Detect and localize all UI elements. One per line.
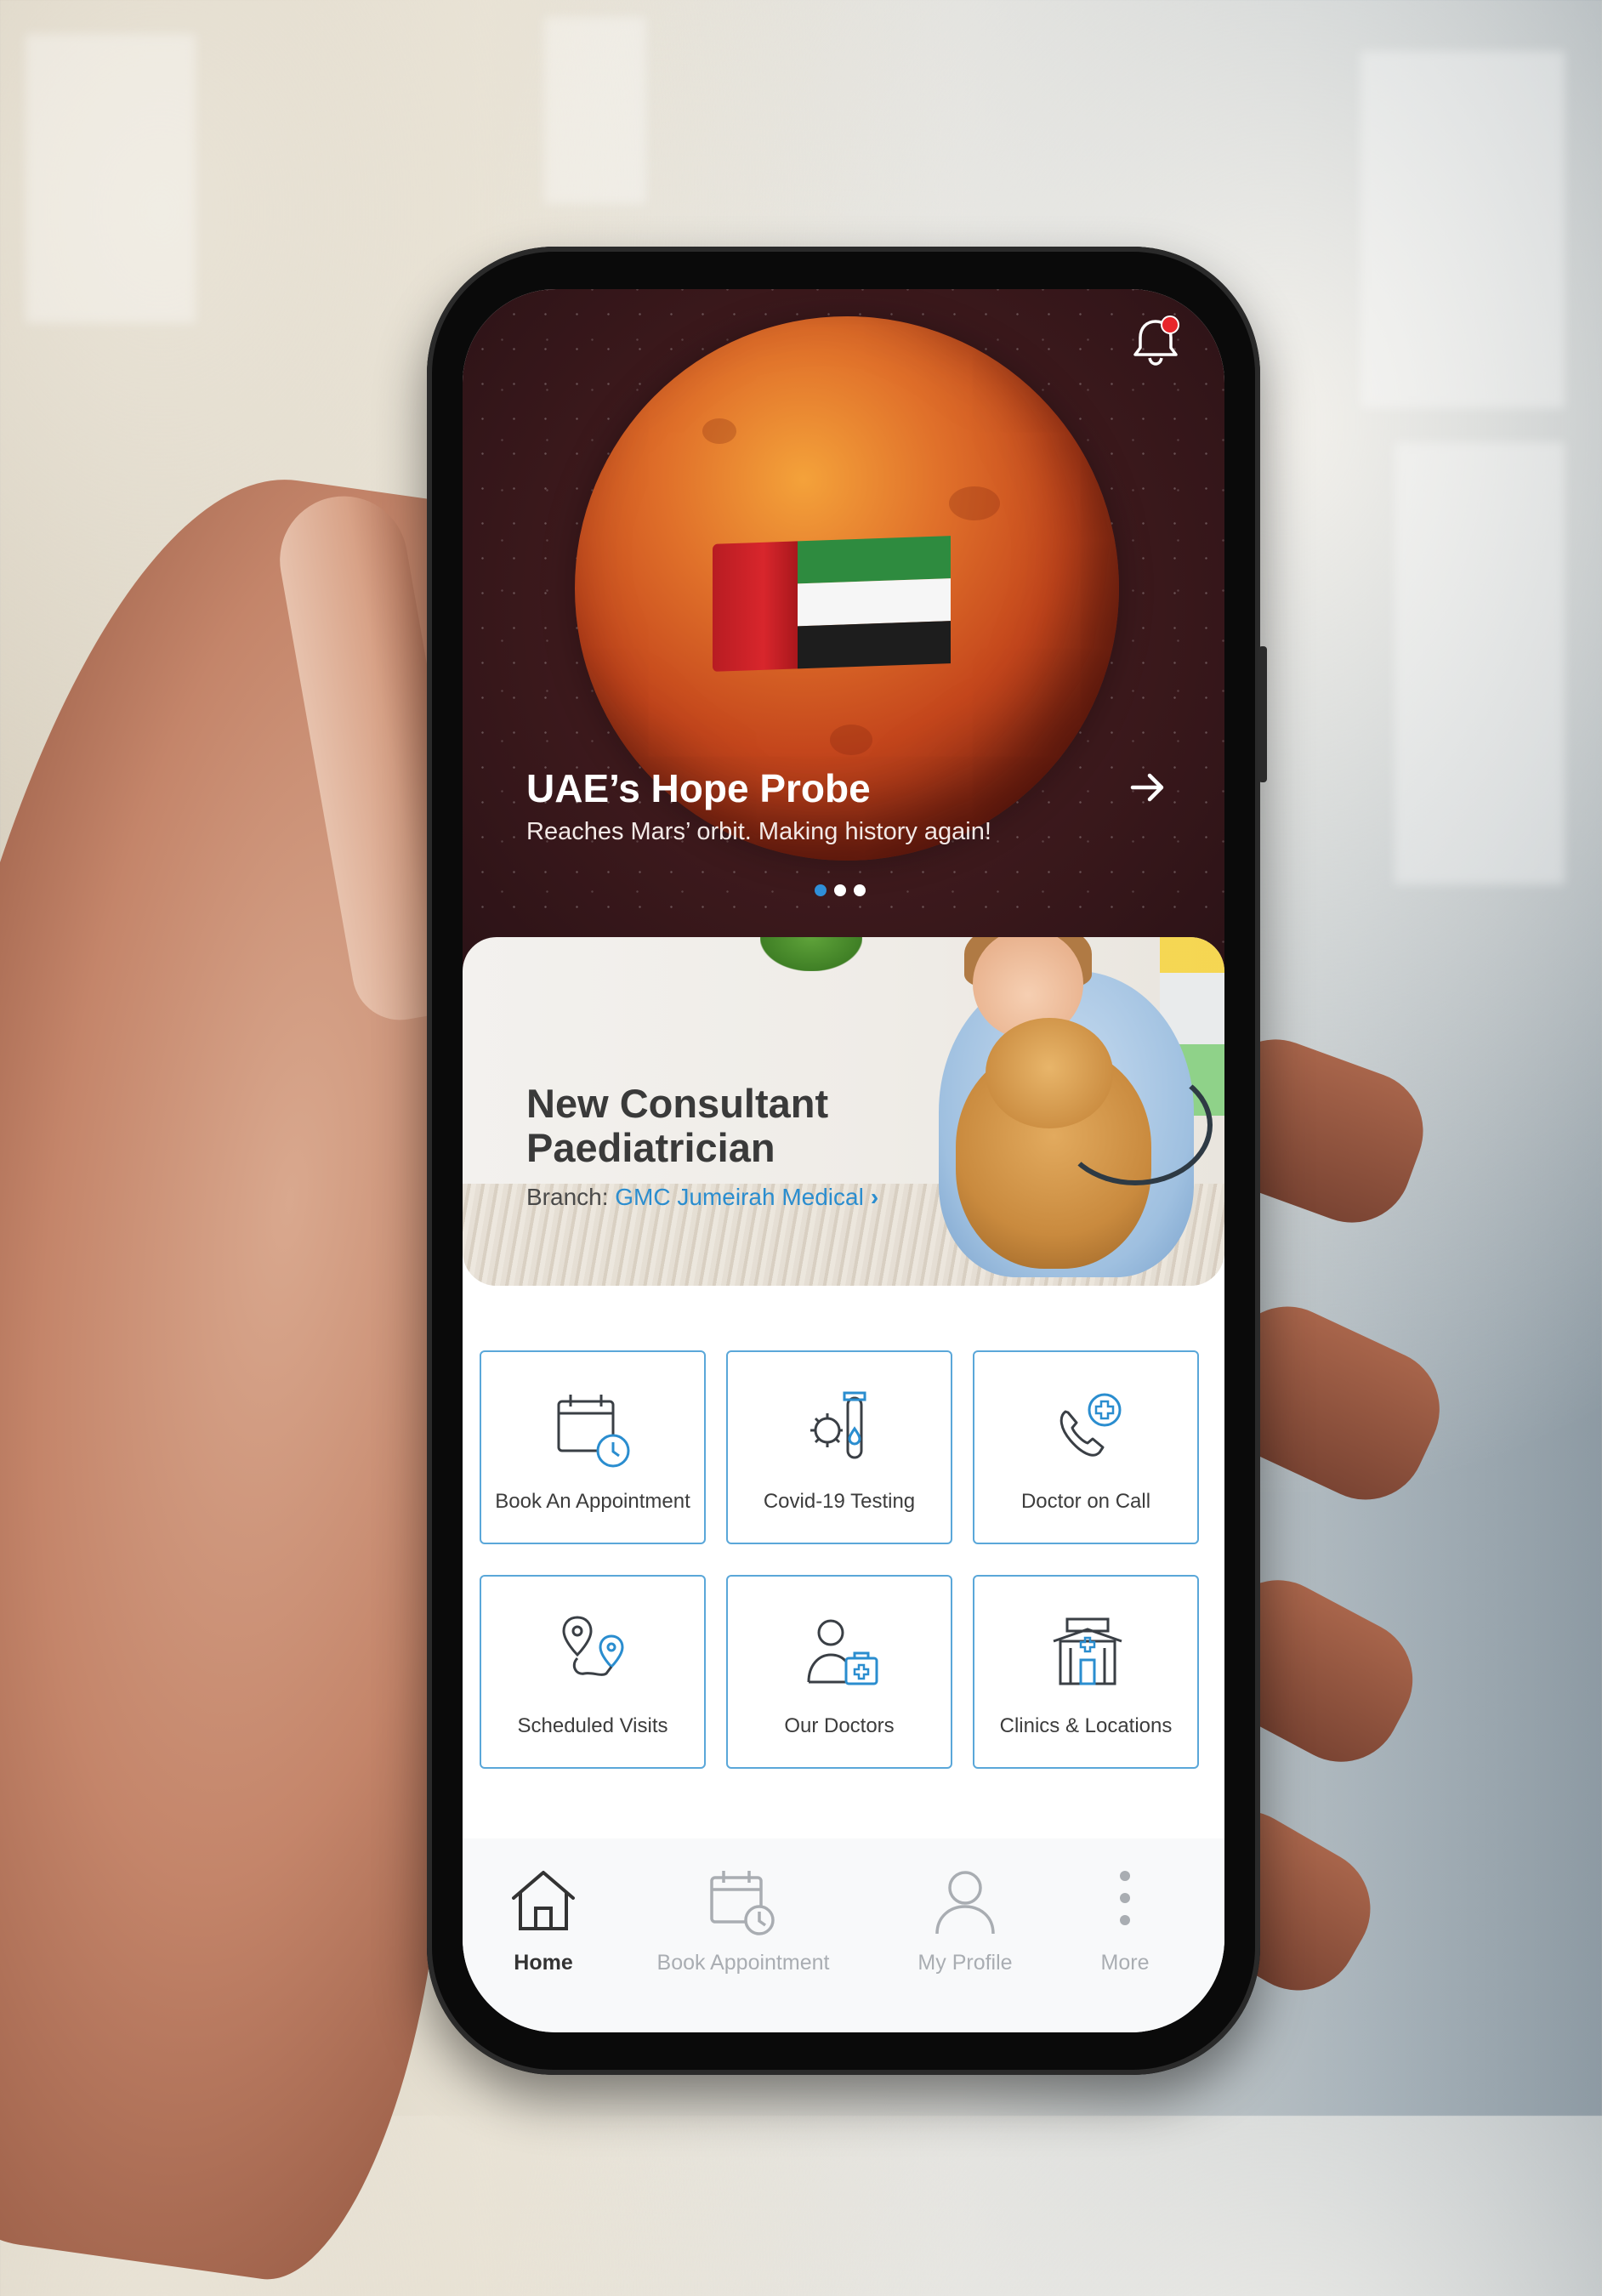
promo-branch: Branch: GMC Jumeirah Medical › [526,1184,878,1211]
flag-white-band [798,578,951,627]
nav-home[interactable]: Home [463,1864,637,1975]
hero-next-button[interactable] [1122,762,1173,813]
nav-more[interactable]: More [1031,1864,1219,1975]
background-window [544,17,646,204]
background-window [26,34,196,323]
calendar-clock-icon [557,1395,630,1468]
hospital-building-icon [1053,1617,1122,1685]
nav-label: Book Appointment [656,1951,830,1975]
map-route-pins-icon [562,1616,624,1676]
arrow-right-icon [1130,773,1164,802]
plant-image [760,937,862,971]
nav-label: Home [514,1951,573,1975]
home-icon [512,1871,575,1930]
flag-red-band [713,541,798,672]
stethoscope-image [1058,1065,1213,1185]
nav-label: More [1100,1951,1150,1975]
nav-label: My Profile [917,1951,1013,1975]
promo-title: New Consultant Paediatrician [526,1081,829,1170]
doctor-medkit-icon [807,1619,878,1685]
tile-our-doctors[interactable]: Our Doctors [726,1575,952,1769]
crater [830,725,872,755]
flag-black-band [798,621,951,669]
tile-label: Our Doctors [784,1714,895,1737]
calendar-clock-icon [710,1871,775,1935]
carousel-indicator [815,884,866,896]
user-icon [935,1871,995,1935]
flag-green-band [798,536,951,584]
app-screen: UAE’s Hope Probe Reaches Mars’ orbit. Ma… [463,289,1224,2032]
notifications-button[interactable] [1126,311,1185,371]
phone-medical-icon [1059,1393,1122,1457]
tile-label: Covid-19 Testing [763,1490,916,1513]
bell-icon [1133,315,1179,366]
tile-label: Book An Appointment [495,1490,690,1513]
tile-scheduled-visits[interactable]: Scheduled Visits [480,1575,706,1769]
tile-label: Scheduled Visits [517,1714,668,1737]
virus-test-tube-icon [810,1391,866,1459]
phone-frame: UAE’s Hope Probe Reaches Mars’ orbit. Ma… [427,247,1267,2075]
crater [949,486,1000,520]
promo-card[interactable]: New Consultant Paediatrician Branch: GMC… [463,937,1224,1286]
hero-title: UAE’s Hope Probe [526,766,871,810]
carousel-dot-active[interactable] [815,884,827,896]
tile-label: Clinics & Locations [999,1714,1173,1737]
branch-link[interactable]: GMC Jumeirah Medical [615,1184,864,1210]
tile-covid-testing[interactable]: Covid-19 Testing [726,1350,952,1544]
notification-badge [1161,315,1179,334]
carousel-dot[interactable] [834,884,846,896]
uae-flag-image [713,536,951,672]
branch-label: Branch: [526,1184,609,1210]
more-vertical-icon [1120,1871,1130,1925]
tile-book-appointment[interactable]: Book An Appointment [480,1350,706,1544]
tile-doctor-on-call[interactable]: Doctor on Call [973,1350,1199,1544]
hero-banner[interactable]: UAE’s Hope Probe Reaches Mars’ orbit. Ma… [463,289,1224,995]
nav-book-appointment[interactable]: Book Appointment [641,1864,845,1975]
chevron-right-icon[interactable]: › [871,1184,878,1210]
background-window [1395,442,1565,884]
tile-clinics-locations[interactable]: Clinics & Locations [973,1575,1199,1769]
nav-my-profile[interactable]: My Profile [872,1864,1059,1975]
crater [702,418,736,444]
background-window [1361,51,1565,408]
phone-side-button [1258,646,1267,782]
hero-subtitle: Reaches Mars’ orbit. Making history agai… [526,818,991,845]
tile-label: Doctor on Call [1020,1490,1151,1513]
carousel-dot[interactable] [854,884,866,896]
bottom-navigation: Home Book Appointment My Profile More [463,1839,1224,2032]
